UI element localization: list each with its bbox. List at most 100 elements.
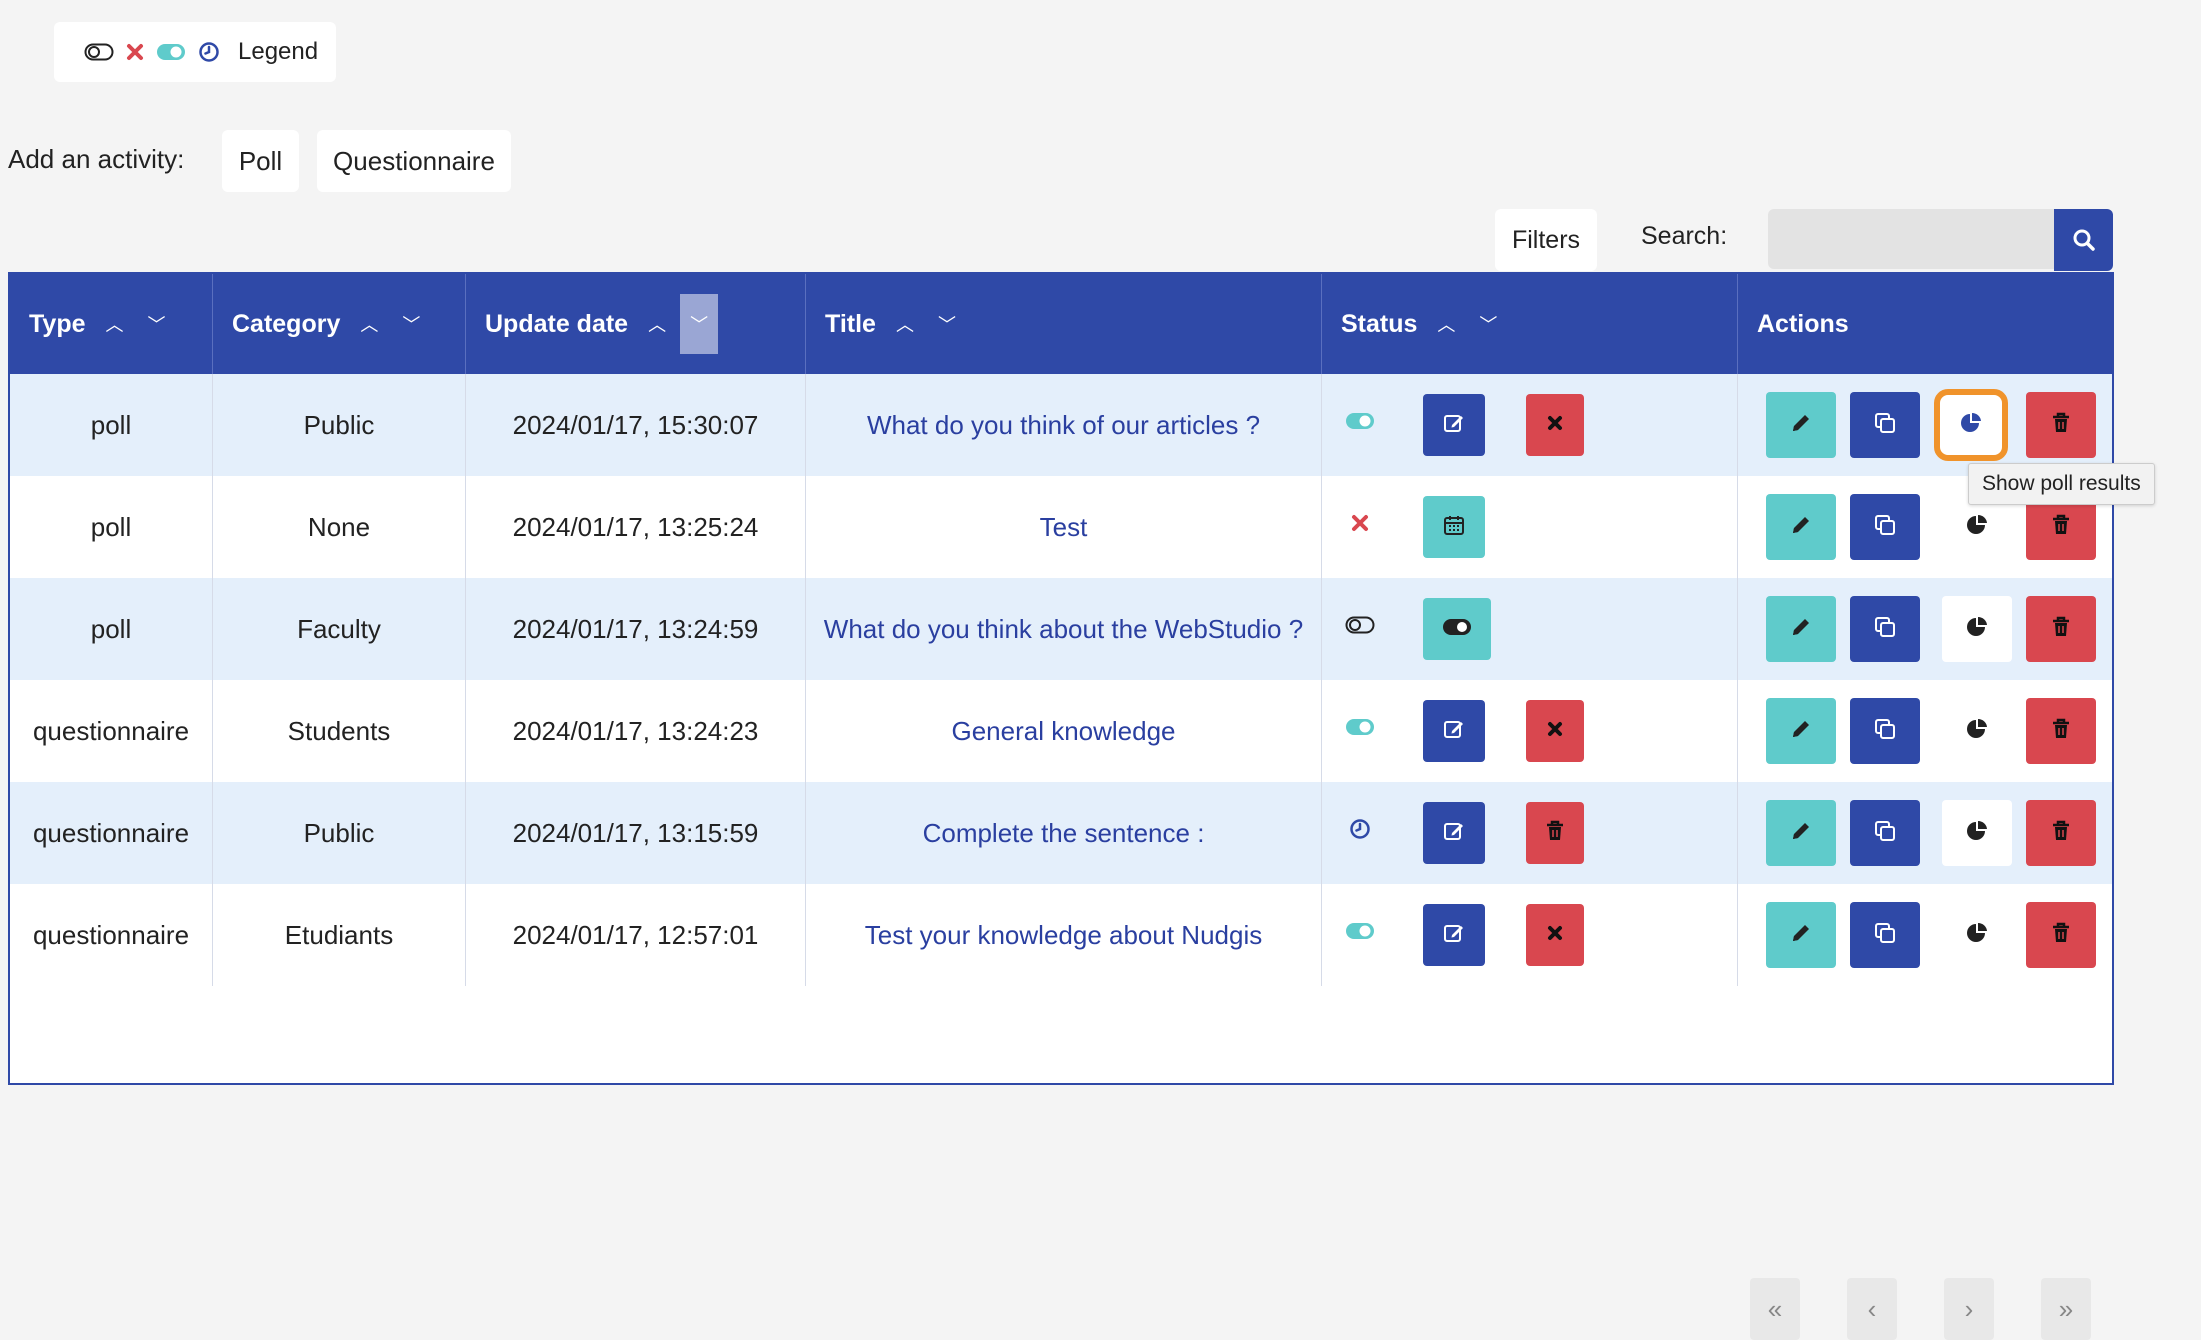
- sort-descending-icon[interactable]: ﹀: [1469, 294, 1507, 354]
- duplicate-button[interactable]: [1850, 392, 1920, 458]
- cell-title-link[interactable]: Test: [806, 476, 1322, 578]
- edit-button[interactable]: [1766, 800, 1836, 866]
- sort-ascending-icon[interactable]: ︿: [886, 294, 924, 354]
- search-label: Search:: [1641, 222, 1728, 250]
- column-label-title: Title: [825, 309, 876, 338]
- copy-icon: [1873, 717, 1897, 746]
- pencil-icon: [1789, 513, 1813, 542]
- table-row: questionnaire Etudiants 2024/01/17, 12:5…: [10, 884, 2112, 986]
- edit-icon: [1442, 819, 1466, 848]
- search-icon: [2073, 229, 2095, 251]
- first-page-button[interactable]: «: [1750, 1278, 1800, 1340]
- edit-button[interactable]: [1766, 596, 1836, 662]
- edit-button[interactable]: [1766, 902, 1836, 968]
- cell-title-link[interactable]: Test your knowledge about Nudgis: [806, 884, 1322, 986]
- delete-button[interactable]: [2026, 800, 2096, 866]
- show-poll-results-button[interactable]: [1942, 698, 2012, 764]
- table-row: questionnaire Students 2024/01/17, 13:24…: [10, 680, 2112, 782]
- sort-descending-icon-active[interactable]: ﹀: [680, 294, 719, 354]
- sort-descending-icon[interactable]: ﹀: [928, 294, 966, 354]
- status-toggle-on-icon: [1345, 410, 1375, 432]
- column-header-category: Category ︿ ﹀: [213, 274, 466, 374]
- disable-button[interactable]: [1526, 904, 1584, 966]
- edit-icon: [1442, 921, 1466, 950]
- copy-icon: [1873, 819, 1897, 848]
- edit-button[interactable]: [1766, 392, 1836, 458]
- add-questionnaire-button[interactable]: Questionnaire: [317, 130, 511, 192]
- cell-category: None: [213, 476, 466, 578]
- sort-descending-icon[interactable]: ﹀: [392, 294, 430, 354]
- pencil-icon: [1789, 819, 1813, 848]
- add-activity-label: Add an activity:: [8, 144, 185, 174]
- cell-type: poll: [10, 476, 213, 578]
- trash-icon: [2050, 921, 2072, 950]
- sort-controls: ︿ ﹀: [638, 294, 719, 354]
- table-header: Type ︿ ﹀ Category ︿ ﹀ Update date ︿ ﹀ Ti…: [10, 274, 2112, 374]
- edit-status-button[interactable]: [1423, 394, 1485, 456]
- next-page-button[interactable]: ›: [1944, 1278, 1994, 1340]
- duplicate-button[interactable]: [1850, 494, 1920, 560]
- sort-descending-icon[interactable]: ﹀: [138, 294, 176, 354]
- edit-status-button[interactable]: [1423, 904, 1485, 966]
- cross-icon: [1546, 924, 1564, 947]
- cell-title-link[interactable]: What do you think about the WebStudio ?: [806, 578, 1322, 680]
- delete-button[interactable]: [2026, 902, 2096, 968]
- cross-icon: [127, 44, 143, 60]
- cell-title-link[interactable]: Complete the sentence :: [806, 782, 1322, 884]
- delete-schedule-button[interactable]: [1526, 802, 1584, 864]
- duplicate-button[interactable]: [1850, 596, 1920, 662]
- cell-title-link[interactable]: What do you think of our articles ?: [806, 374, 1322, 476]
- cross-icon: [1546, 720, 1564, 743]
- show-poll-results-button[interactable]: [1942, 800, 2012, 866]
- edit-button[interactable]: [1766, 698, 1836, 764]
- edit-status-button[interactable]: [1423, 700, 1485, 762]
- cell-type: questionnaire: [10, 680, 213, 782]
- search-button[interactable]: [2054, 209, 2113, 271]
- previous-page-button[interactable]: ‹: [1847, 1278, 1897, 1340]
- tooltip: Show poll results: [1968, 463, 2155, 505]
- search-input[interactable]: [1768, 209, 2054, 269]
- edit-icon: [1442, 717, 1466, 746]
- delete-button[interactable]: [2026, 698, 2096, 764]
- edit-button[interactable]: [1766, 494, 1836, 560]
- legend-box[interactable]: Legend: [54, 22, 336, 82]
- sort-controls: ︿ ﹀: [350, 294, 430, 354]
- show-poll-results-button[interactable]: [1934, 389, 2008, 461]
- pie-chart-icon: [1965, 717, 1989, 746]
- last-page-button[interactable]: »: [2041, 1278, 2091, 1340]
- show-poll-results-button[interactable]: [1942, 902, 2012, 968]
- disable-button[interactable]: [1526, 394, 1584, 456]
- disable-button[interactable]: [1526, 700, 1584, 762]
- filters-button[interactable]: Filters: [1495, 209, 1597, 271]
- copy-icon: [1873, 411, 1897, 440]
- toggle-off-icon: [84, 43, 114, 61]
- cell-status: [1322, 578, 1738, 680]
- schedule-button[interactable]: [1423, 496, 1485, 558]
- column-label-update-date: Update date: [485, 309, 629, 338]
- cell-title-link[interactable]: General knowledge: [806, 680, 1322, 782]
- sort-ascending-icon[interactable]: ︿: [1427, 294, 1465, 354]
- clock-icon: [199, 42, 219, 62]
- duplicate-button[interactable]: [1850, 698, 1920, 764]
- cell-type: poll: [10, 374, 213, 476]
- cross-icon: [1546, 414, 1564, 437]
- show-poll-results-button[interactable]: [1942, 596, 2012, 662]
- column-label-actions: Actions: [1757, 309, 1849, 338]
- add-poll-button[interactable]: Poll: [222, 130, 299, 192]
- duplicate-button[interactable]: [1850, 800, 1920, 866]
- status-toggle-on-icon: [1345, 920, 1375, 942]
- copy-icon: [1873, 921, 1897, 950]
- edit-status-button[interactable]: [1423, 802, 1485, 864]
- sort-ascending-icon[interactable]: ︿: [350, 294, 388, 354]
- pie-chart-icon: [1959, 411, 1983, 440]
- pie-chart-icon: [1965, 921, 1989, 950]
- legend-label: Legend: [238, 38, 319, 65]
- activate-button[interactable]: [1423, 598, 1491, 660]
- table-row: poll Faculty 2024/01/17, 13:24:59 What d…: [10, 578, 2112, 680]
- sort-ascending-icon[interactable]: ︿: [96, 294, 134, 354]
- table-row: poll Public 2024/01/17, 15:30:07 What do…: [10, 374, 2112, 476]
- delete-button[interactable]: [2026, 392, 2096, 458]
- delete-button[interactable]: [2026, 596, 2096, 662]
- sort-ascending-icon[interactable]: ︿: [638, 294, 676, 354]
- duplicate-button[interactable]: [1850, 902, 1920, 968]
